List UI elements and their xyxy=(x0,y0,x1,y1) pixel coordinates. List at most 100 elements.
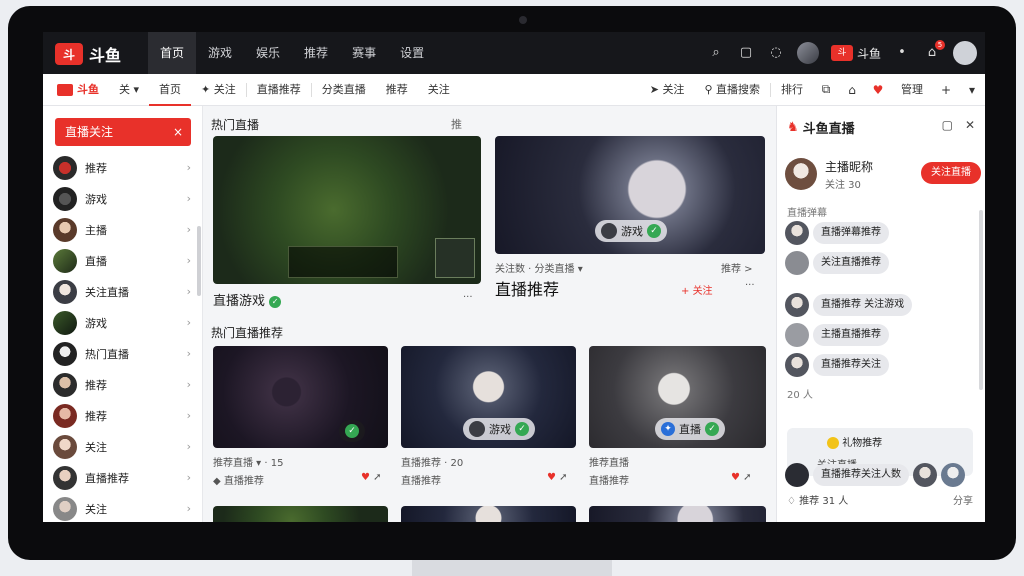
nav-item-entertainment[interactable]: 娱乐 xyxy=(244,32,292,74)
follow-link[interactable]: + 关注 xyxy=(681,282,713,297)
follow-list-button[interactable]: 直播关注 × xyxy=(55,118,191,146)
stream-card[interactable]: ✓ xyxy=(213,346,388,448)
message-icon[interactable]: ▢ xyxy=(737,44,755,62)
user-avatar[interactable] xyxy=(785,293,809,317)
brand-badge[interactable]: 斗 斗鱼 xyxy=(830,45,881,62)
chevron-right-icon: › xyxy=(186,161,191,174)
sub-item-dropdown[interactable]: 关 ▾ xyxy=(109,74,149,106)
sub-item-dropdown-label: 关 xyxy=(119,82,130,96)
chat-bubble-icon[interactable]: ▢ xyxy=(942,118,953,132)
chevron-right-icon: › xyxy=(186,285,191,298)
home-icon[interactable]: ⌂ xyxy=(839,83,865,97)
section-more[interactable]: 推 xyxy=(451,116,462,132)
sub-item-category[interactable]: 分类直播 xyxy=(312,74,376,106)
card-meta-mid[interactable]: 分类直播 ▾ xyxy=(535,264,583,275)
sidebar-item[interactable]: 直播推荐 › xyxy=(53,462,193,493)
heart-icon: ♥ xyxy=(547,472,556,483)
close-icon[interactable]: ✕ xyxy=(965,118,975,132)
user-avatar[interactable] xyxy=(941,463,965,487)
stream-card[interactable] xyxy=(589,506,766,522)
chat-footer-text: 推荐 31 人 xyxy=(799,496,849,507)
host-avatar[interactable] xyxy=(785,158,817,190)
chevron-right-icon: › xyxy=(186,440,191,453)
sidebar-item[interactable]: 主播 › xyxy=(53,214,193,245)
more-icon[interactable]: • xyxy=(893,44,911,62)
user-avatar[interactable] xyxy=(785,251,809,275)
chat-scrollbar[interactable] xyxy=(979,210,983,390)
like-indicator[interactable]: ♥ ➚ xyxy=(547,472,568,483)
sidebar-item[interactable]: 关注直播 › xyxy=(53,276,193,307)
sidebar-item[interactable]: 推荐 › xyxy=(53,400,193,431)
chat-message: 直播推荐关注 xyxy=(785,352,889,378)
sidebar-item[interactable]: 关注 › xyxy=(53,493,193,522)
host-card: 主播昵称 关注 30 关注直播 xyxy=(785,156,981,196)
nav-item-home[interactable]: 首页 xyxy=(148,32,197,74)
channel-avatar xyxy=(53,403,77,428)
sidebar-item[interactable]: 关注 › xyxy=(53,431,193,462)
stream-card[interactable]: 游戏 ✓ xyxy=(401,346,576,448)
chevron-down-icon[interactable]: ▾ xyxy=(959,83,985,97)
channel-avatar xyxy=(53,465,77,490)
like-indicator[interactable]: ♥ ➚ xyxy=(361,472,382,483)
avatar[interactable] xyxy=(796,42,819,64)
bell-icon[interactable]: ⌂ 5 xyxy=(923,40,945,62)
search-icon[interactable]: ⌕ xyxy=(707,44,725,62)
like-indicator[interactable]: ♥ ➚ xyxy=(731,472,752,483)
sidebar-item[interactable]: 推荐 › xyxy=(53,369,193,400)
sidebar-scrollbar[interactable] xyxy=(197,226,201,296)
sub-item-recommend[interactable]: 推荐 xyxy=(376,74,418,106)
plus-icon[interactable]: + xyxy=(933,83,959,97)
sub-right-follow[interactable]: ➤ 关注 xyxy=(640,74,695,106)
stream-title[interactable]: 直播游戏 ✓ xyxy=(213,290,282,309)
stream-title[interactable]: 直播推荐 xyxy=(495,276,559,300)
sub-item-follow[interactable]: ✦ 关注 xyxy=(191,74,246,106)
user-avatar[interactable] xyxy=(785,323,809,347)
user-avatar[interactable] xyxy=(785,353,809,377)
live-icon[interactable]: ♥ xyxy=(865,83,891,97)
card-meta: 关注数 · 分类直播 ▾ xyxy=(495,264,583,275)
sub-right-rank[interactable]: 排行 xyxy=(771,74,813,106)
card-meta-right[interactable]: 推荐 > xyxy=(721,260,753,275)
sidebar-item[interactable]: 直播 › xyxy=(53,245,193,276)
share-link[interactable]: 分享 xyxy=(953,492,973,507)
sub-item-live-recommend[interactable]: 直播推荐 xyxy=(247,74,311,106)
sub-logo[interactable]: 斗鱼 xyxy=(43,74,109,106)
sidebar-item-label: 主播 xyxy=(85,223,107,237)
user-avatar[interactable] xyxy=(953,41,977,65)
sub-item-follow2[interactable]: 关注 xyxy=(418,74,460,106)
stream-card[interactable]: ✦ 直播 ✓ xyxy=(589,346,766,448)
sidebar-item-label: 游戏 xyxy=(85,192,107,206)
share-icon: ✦ xyxy=(661,422,675,436)
sidebar-item[interactable]: 游戏 › xyxy=(53,183,193,214)
stream-card[interactable] xyxy=(213,506,388,522)
screen: 斗 斗鱼 首页 游戏 娱乐 推荐 赛事 设置 ⌕ ▢ ◌ 斗 斗鱼 • ⌂ 5 斗… xyxy=(43,32,985,522)
card-sub: 直播推荐 xyxy=(401,476,441,487)
sub-nav: 斗鱼 关 ▾ 首页 ✦ 关注 直播推荐 分类直播 推荐 关注 ➤ 关注 ⚲ 直播… xyxy=(43,74,985,106)
user-avatar[interactable] xyxy=(785,221,809,245)
close-icon[interactable]: × xyxy=(173,118,183,146)
nav-item-games[interactable]: 游戏 xyxy=(196,32,244,74)
sub-item-home[interactable]: 首页 xyxy=(149,74,192,106)
copy-icon[interactable]: ⧉ xyxy=(813,82,839,97)
sidebar-item[interactable]: 游戏 › xyxy=(53,307,193,338)
nav-item-recommend[interactable]: 推荐 xyxy=(292,32,340,74)
manage-link[interactable]: 管理 xyxy=(891,74,933,106)
follow-host-button[interactable]: 关注直播 xyxy=(921,162,981,184)
user-avatar[interactable] xyxy=(913,463,937,487)
sidebar-item[interactable]: 推荐 › xyxy=(53,152,193,183)
chat-icon[interactable]: ◌ xyxy=(767,44,785,62)
user-avatar[interactable] xyxy=(785,463,809,487)
channel-avatar xyxy=(53,248,77,273)
logo[interactable]: 斗 斗鱼 xyxy=(55,42,121,66)
sidebar-item-label: 直播 xyxy=(85,254,107,268)
stream-card[interactable] xyxy=(401,506,576,522)
sidebar-item[interactable]: 热门直播 › xyxy=(53,338,193,369)
stream-card-featured[interactable]: 游戏 ✓ xyxy=(495,136,765,254)
stream-card-game[interactable] xyxy=(213,136,481,284)
card-more-menu[interactable]: ··· xyxy=(463,292,473,303)
card-more-menu[interactable]: ··· xyxy=(745,280,755,291)
nav-item-events[interactable]: 赛事 xyxy=(340,32,388,74)
nav-item-settings[interactable]: 设置 xyxy=(388,32,436,74)
logo-text: 斗鱼 xyxy=(89,46,122,65)
sub-right-search[interactable]: ⚲ 直播搜索 xyxy=(694,74,770,106)
